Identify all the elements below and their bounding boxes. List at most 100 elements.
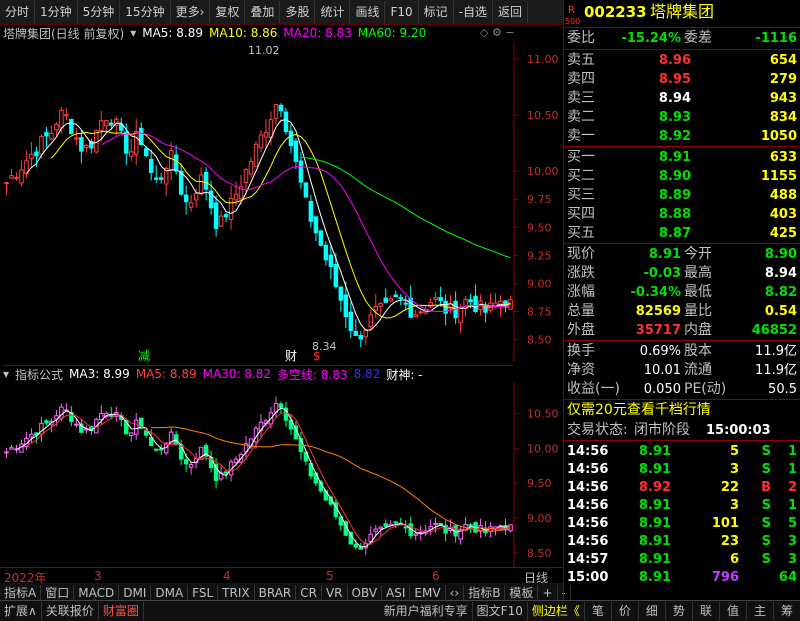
tab-emv[interactable]: EMV bbox=[410, 584, 446, 601]
scroll-arrows[interactable]: ‹› bbox=[446, 584, 465, 601]
tick-count: 5 bbox=[787, 516, 797, 531]
tab-dma[interactable]: DMA bbox=[151, 584, 189, 601]
stat-value-2: 0.54 bbox=[764, 304, 797, 319]
f10-text-button[interactable]: 图文F10 bbox=[473, 601, 528, 621]
tab-1min[interactable]: 1分钟 bbox=[35, 1, 78, 23]
bid-level: 买一 8.91 633 bbox=[564, 148, 800, 167]
stat-row: 涨幅 -0.34% 最低 8.82 bbox=[564, 283, 800, 302]
ask-price: 8.95 bbox=[658, 72, 691, 87]
trade-state-label: 交易状态: bbox=[567, 422, 628, 438]
tab-obv[interactable]: OBV bbox=[348, 584, 383, 601]
indicator-chart[interactable]: 10.50 10.00 9.50 9.00 8.50 bbox=[0, 382, 563, 567]
new-user-benefit-link[interactable]: 新用户福利专享 bbox=[380, 601, 473, 621]
side-icon-lian[interactable]: 联 bbox=[693, 601, 720, 621]
template-tab[interactable]: 模板 bbox=[505, 584, 539, 601]
tab-dmi[interactable]: DMI bbox=[119, 584, 152, 601]
bid-price: 8.89 bbox=[658, 188, 691, 203]
add-pane-button[interactable]: + bbox=[538, 584, 558, 601]
tab-fsl[interactable]: FSL bbox=[188, 584, 219, 601]
diamond-icon[interactable]: ◇ bbox=[480, 26, 488, 39]
multi-stock-button[interactable]: 多股 bbox=[280, 1, 316, 23]
kline-chart[interactable]: 11.00 10.50 10.00 9.75 9.50 9.25 9.00 8.75 8.50 1… bbox=[0, 42, 563, 362]
axis-month-4: 4 bbox=[223, 569, 231, 583]
tab-fenshi[interactable]: 分时 bbox=[0, 1, 36, 23]
ask-label: 卖一 bbox=[567, 128, 595, 144]
tab-vr[interactable]: VR bbox=[322, 584, 348, 601]
tab-5min[interactable]: 5分钟 bbox=[78, 1, 121, 23]
candle-body bbox=[14, 177, 19, 180]
side-icon-bi[interactable]: 笔 bbox=[585, 601, 612, 621]
candle-body bbox=[333, 263, 339, 287]
candle-body bbox=[178, 170, 184, 195]
candle-body bbox=[288, 130, 294, 147]
candle-body bbox=[188, 202, 194, 208]
side-icon-xi[interactable]: 细 bbox=[639, 601, 666, 621]
expand-button[interactable]: 扩展∧ bbox=[0, 601, 42, 621]
tick-price: 8.91 bbox=[638, 534, 671, 549]
tick-price: 8.91 bbox=[638, 516, 671, 531]
promo-row[interactable]: 仅需20元查看千档行情 bbox=[564, 401, 800, 420]
overlay-button[interactable]: 叠加 bbox=[245, 1, 281, 23]
more-label: 更多 bbox=[175, 5, 200, 19]
tab-asi[interactable]: ASI bbox=[382, 584, 411, 601]
tick-price: 8.91 bbox=[638, 444, 671, 459]
related-quotes-button[interactable]: 关联报价 bbox=[42, 601, 99, 621]
ask-label: 卖二 bbox=[567, 109, 595, 125]
side-icon-zhi[interactable]: 值 bbox=[720, 601, 747, 621]
side-icon-shi[interactable]: 势 bbox=[666, 601, 693, 621]
settings-icon[interactable]: ⚙ bbox=[492, 26, 502, 39]
sidebar-toggle[interactable]: 侧边栏《 bbox=[528, 601, 585, 621]
tab-brar[interactable]: BRAR bbox=[255, 584, 297, 601]
indicator-a-tab[interactable]: 指标A bbox=[0, 584, 42, 601]
tick-volume: 3 bbox=[729, 462, 739, 477]
bid-label: 买五 bbox=[567, 225, 595, 241]
bid-volume: 633 bbox=[769, 150, 797, 165]
collapse-icon[interactable]: ▾ bbox=[3, 367, 9, 381]
tab-15min[interactable]: 15分钟 bbox=[120, 1, 171, 23]
candle-body bbox=[44, 420, 49, 424]
tab-cr[interactable]: CR bbox=[296, 584, 322, 601]
fuquan-button[interactable]: 复权 bbox=[210, 1, 246, 23]
tick-volume: 3 bbox=[729, 498, 739, 513]
wealth-circle-button[interactable]: 财富圈 bbox=[99, 601, 144, 621]
candle-body bbox=[223, 471, 229, 474]
back-button[interactable]: 返回 bbox=[493, 1, 529, 23]
bid-volume: 1155 bbox=[760, 169, 797, 184]
candle-body bbox=[233, 458, 239, 464]
f10-button[interactable]: F10 bbox=[385, 1, 419, 23]
candle-body bbox=[433, 297, 438, 300]
candle-body bbox=[9, 447, 14, 450]
stats-button[interactable]: 统计 bbox=[315, 1, 351, 23]
side-icon-jia[interactable]: 价 bbox=[612, 601, 639, 621]
ma10-label: MA10: 8.86 bbox=[209, 26, 278, 40]
side-icon-chou[interactable]: 筹 bbox=[774, 602, 800, 621]
draw-line-button[interactable]: 画线 bbox=[350, 1, 386, 23]
candle-body bbox=[358, 334, 364, 340]
ma30-label: MA30: 8.82 bbox=[202, 367, 272, 381]
candle-body bbox=[388, 298, 393, 302]
bid-label: 买四 bbox=[567, 206, 595, 222]
indicator-title: 指标公式 bbox=[15, 367, 64, 382]
tab-window[interactable]: 窗口 bbox=[41, 584, 75, 601]
remove-watchlist-button[interactable]: -自选 bbox=[454, 1, 494, 23]
bid-level: 买三 8.89 488 bbox=[564, 186, 800, 205]
candle-body bbox=[158, 448, 164, 451]
side-icon-zhu[interactable]: 主 bbox=[747, 601, 774, 621]
tick-time: 15:00 bbox=[567, 570, 609, 585]
mark-s: $ bbox=[313, 349, 321, 362]
indicator-b-tab[interactable]: 指标B bbox=[464, 584, 506, 601]
promo-text[interactable]: 仅需20元查看千档行情 bbox=[567, 401, 711, 420]
tab-trix[interactable]: TRIX bbox=[218, 584, 255, 601]
more-menu[interactable]: 更多› bbox=[171, 1, 211, 23]
weibi-label: 委比 bbox=[567, 30, 595, 46]
candle-body bbox=[228, 197, 234, 220]
ask-price: 8.96 bbox=[658, 53, 691, 68]
mark-button[interactable]: 标记 bbox=[419, 1, 454, 23]
collapse-icon[interactable]: ▾ bbox=[130, 26, 136, 40]
y-tick-label: 9.75 bbox=[527, 193, 552, 206]
minus-icon[interactable]: − bbox=[505, 26, 514, 39]
axis-month-5: 5 bbox=[326, 569, 334, 583]
tab-macd[interactable]: MACD bbox=[74, 584, 120, 601]
chart-controls: ◇ ⚙ − bbox=[480, 26, 515, 39]
candle-body bbox=[413, 313, 418, 318]
